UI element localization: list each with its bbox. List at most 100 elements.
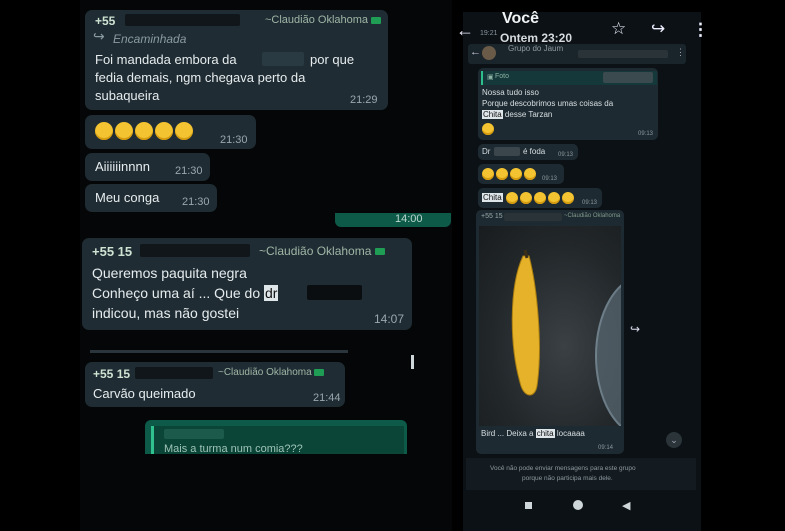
message-time: 21:30 [175,165,203,177]
message-text: subaqueira [95,88,160,103]
highlighted-word: dr [264,285,279,301]
redacted-block [164,429,224,439]
viewer-title: Você [502,10,540,27]
laughing-emoji-icon [95,122,113,140]
laughing-emoji-icon [115,122,133,140]
message-text: fedia demais, ngm chegava perto da [95,70,306,85]
message-text: Nossa tudo isso [482,88,539,97]
message-bubble[interactable]: Dr é foda 09:13 [478,144,578,160]
sender-name: ~Claudião Oklahoma [218,367,325,378]
sender-name: ~Claudião Oklahoma [259,244,385,258]
highlighted-word: Chita [482,193,503,202]
quoted-text: Mais a turma num comia??? [164,443,303,455]
message-bubble[interactable]: ▣ Foto Nossa tudo isso Porque descobrimo… [478,68,658,140]
forwarded-label: Encaminhada [113,32,187,46]
more-vert-icon[interactable]: ⋮ [692,20,709,40]
message-time: 21:44 [313,392,341,404]
divider [90,350,348,353]
group-name: Grupo do Jaum [508,44,564,53]
message-time: 09:13 [542,176,558,182]
message-text: por que [310,52,355,67]
message-bubble[interactable]: +55 ~Claudião Oklahoma ↪ Encaminhada Foi… [85,10,388,110]
quoted-photo: ▣ Foto [481,71,657,85]
avatar [482,46,496,60]
redacted-block [125,14,240,26]
sender-name: ~Claudião Oklahoma [564,213,621,219]
laughing-emoji-icon [524,168,536,180]
photo-image[interactable] [479,226,621,426]
forwarded-icon: ↪ [93,28,105,44]
message-text: Chita desse Tarzan [482,110,553,119]
message-text: Foi mandada embora da [95,52,237,67]
sender-number: +55 15 [481,213,503,220]
banana-image [511,249,621,426]
message-time: 14:00 [395,213,423,225]
footer-notice: Você não pode enviar mensagens para este… [466,458,696,490]
laughing-emoji-icon [482,168,494,180]
outgoing-message-bubble[interactable]: Mais a turma num comia??? [145,420,407,455]
laughing-emoji-icon [548,192,560,204]
forward-icon[interactable]: ↪ [651,19,665,39]
message-text: Conheço uma aí ... Que do dr [92,285,279,301]
photo-message-bubble[interactable]: +55 15 ~Claudião Oklahoma ↪ Bird ... Dei… [476,210,640,454]
message-bubble[interactable]: Chita 09:13 [478,188,602,208]
laughing-emoji-icon [506,192,518,204]
message-bubble[interactable]: +55 15 ~Claudião Oklahoma Queremos paqui… [82,238,412,330]
back-nav-icon[interactable]: ◀ [622,499,630,512]
message-text: Aiiiiiinnnn [95,159,150,174]
message-text: Carvão queimado [93,386,196,401]
star-icon[interactable]: ☆ [611,19,626,39]
message-text: indicou, mas não gostei [92,305,240,321]
redacted-block [307,285,362,300]
message-bubble[interactable]: +55 15 ~Claudião Oklahoma Carvão queimad… [85,362,345,407]
redacted-block [262,52,304,66]
more-vert-icon[interactable]: ⋮ [676,47,685,58]
message-text: Meu conga [95,190,160,205]
message-text: Queremos paquita negra [92,265,247,281]
message-text: Dr [482,147,491,156]
back-arrow-icon[interactable]: ← [456,20,474,41]
laughing-emoji-icon [562,192,574,204]
outgoing-message-bubble[interactable]: 14:00 [335,213,451,227]
message-time: 21:30 [182,196,210,208]
redacted-block [140,244,250,257]
message-bubble[interactable]: Meu conga 21:30 [85,184,217,212]
redacted-block [578,50,668,58]
home-icon[interactable] [573,500,583,510]
redacted-block [504,213,562,221]
status-time: 19:21 [480,30,498,37]
message-bubble[interactable]: 21:30 [85,115,256,149]
sender-name: ~Claudião Oklahoma [265,14,382,26]
quoted-message: Mais a turma num comia??? [151,426,404,455]
message-time: 09:13 [558,152,574,158]
message-bubble[interactable]: Aiiiiiinnnn 21:30 [85,153,210,181]
scrollbar-thumb[interactable] [411,355,414,369]
message-text: é foda [523,147,546,156]
footer-text: porque não participa mais dele. [522,475,613,482]
back-arrow-icon[interactable]: ← [470,46,481,58]
message-bubble[interactable]: 09:13 [478,164,564,184]
photo-icon: ▣ [487,74,494,81]
laughing-emoji-icon [155,122,173,140]
laughing-emoji-icon [135,122,153,140]
message-text: Porque descobrimos umas coisas da [482,99,614,108]
redacted-block [135,367,213,379]
highlighted-word: Chita [482,110,503,119]
highlighted-word: chita [535,429,555,438]
forward-icon[interactable]: ↪ [630,322,640,336]
redacted-block [603,72,653,83]
sender-number: +55 [95,14,116,28]
group-header: ← Grupo do Jaum ⋮ [468,44,686,64]
viewer-subtitle: Ontem 23:20 [500,31,573,45]
recents-icon[interactable] [525,502,532,509]
message-time: 09:13 [582,200,598,206]
message-time: 09:14 [598,445,614,451]
scroll-down-icon[interactable]: ⌄ [666,432,682,448]
laughing-emoji-icon [482,123,494,135]
message-time: 21:30 [220,134,248,146]
footer-text: Você não pode enviar mensagens para este… [490,465,636,472]
photo-caption: Bird ... Deixa a chita locaaaa [481,429,585,438]
redacted-block [494,147,520,156]
laughing-emoji-icon [534,192,546,204]
sender-number: +55 15 [93,367,131,381]
